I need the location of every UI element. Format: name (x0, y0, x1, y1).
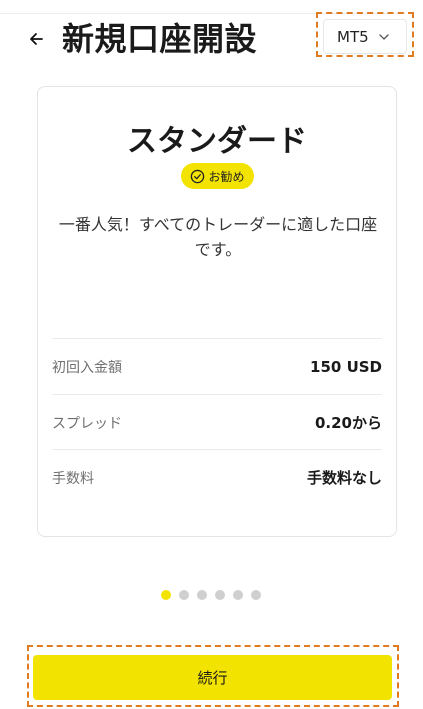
recommended-badge-label: お勧め (208, 169, 245, 184)
description-line-2: です。 (194, 240, 242, 259)
check-circle-icon (190, 169, 205, 184)
account-type-title: スタンダード (127, 124, 307, 159)
spec-row-initial-deposit: 初回入金額 150 USD (52, 338, 382, 394)
description-line-1: 一番人気！すべてのトレーダーに適した口座 (58, 215, 378, 234)
pager-dot-6[interactable] (251, 590, 261, 600)
spec-value: 150 USD (310, 357, 382, 376)
pager-dot-1[interactable] (161, 590, 171, 600)
platform-select-value: MT5 (337, 27, 369, 46)
back-button[interactable] (22, 24, 50, 54)
arrow-left-icon (28, 31, 44, 47)
page-title: 新規口座開設 (62, 20, 258, 58)
new-account-page: 新規口座開設 MT5 スタンダード お勧め 一番人気！すべてのトレーダーに適した… (0, 0, 423, 709)
spec-label: 手数料 (52, 470, 94, 487)
spec-label: スプレッド (52, 415, 122, 432)
spec-row-commission: 手数料 手数料なし (52, 449, 382, 505)
pager-dot-2[interactable] (179, 590, 189, 600)
carousel-pager (161, 590, 261, 600)
pager-dot-3[interactable] (197, 590, 207, 600)
spec-value: 手数料なし (306, 469, 382, 487)
pager-dot-5[interactable] (233, 590, 243, 600)
pager-dot-4[interactable] (215, 590, 225, 600)
account-type-description: 一番人気！すべてのトレーダーに適した口座 です。 (58, 212, 378, 262)
recommended-badge: お勧め (181, 163, 254, 189)
spec-value: 0.20から (314, 414, 382, 432)
continue-button[interactable]: 続行 (33, 655, 392, 700)
account-type-card[interactable]: スタンダード お勧め 一番人気！すべてのトレーダーに適した口座 です。 初回入金… (37, 86, 397, 537)
spec-label: 初回入金額 (52, 359, 122, 376)
spec-row-spread: スプレッド 0.20から (52, 394, 382, 450)
platform-select[interactable]: MT5 (323, 19, 407, 54)
chevron-down-icon (379, 33, 389, 41)
